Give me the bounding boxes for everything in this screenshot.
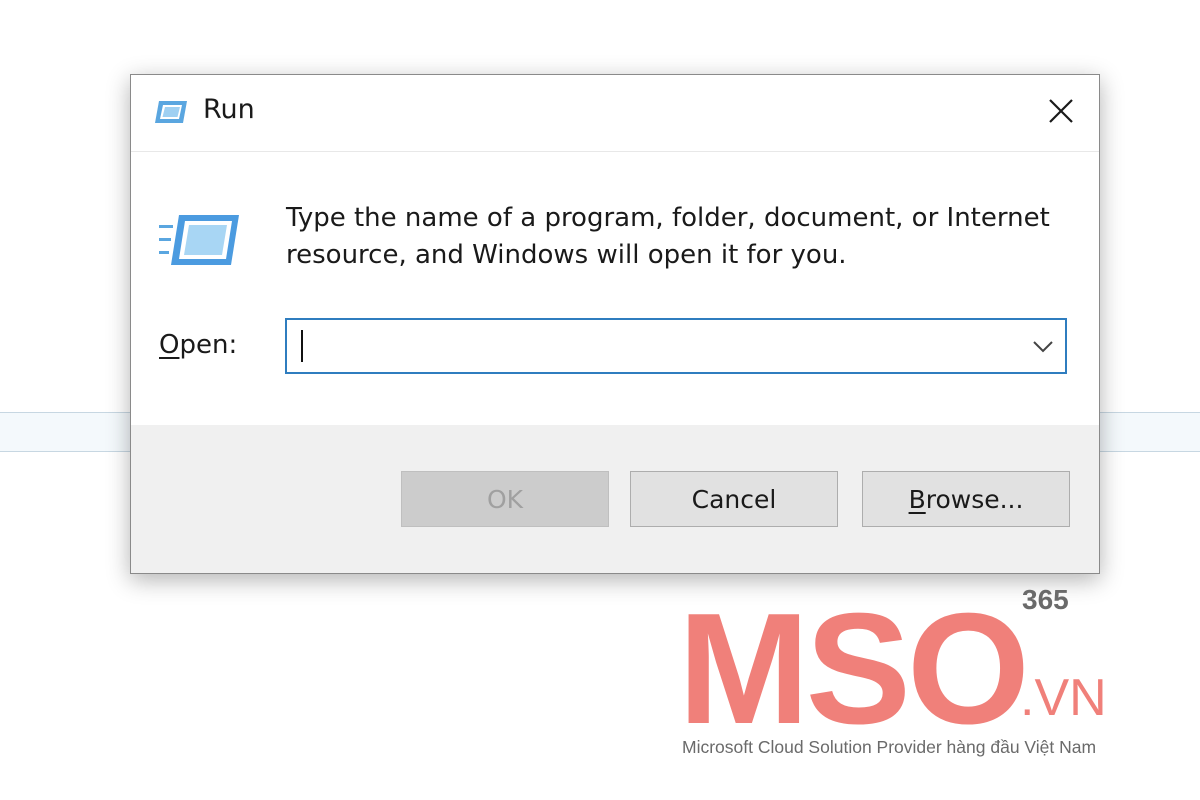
open-label-mnemonic: O	[159, 330, 180, 360]
run-dialog: Run Type the name of a program, folder, …	[130, 74, 1100, 574]
logo-domain: .VN	[1020, 669, 1107, 727]
cancel-button-label: Cancel	[691, 484, 777, 514]
title-bar: Run	[131, 75, 1099, 152]
logo-caption: Microsoft Cloud Solution Provider hàng đ…	[682, 737, 1097, 757]
logo-brand: MSO	[678, 585, 1026, 757]
close-icon	[1049, 99, 1073, 123]
run-large-icon	[159, 215, 239, 265]
chevron-down-icon[interactable]	[1029, 332, 1057, 360]
dialog-description: Type the name of a program, folder, docu…	[286, 203, 1050, 270]
open-input[interactable]	[287, 320, 1021, 374]
open-combobox[interactable]	[285, 318, 1067, 374]
ok-button[interactable]: OK	[401, 471, 609, 527]
text-caret	[301, 330, 303, 362]
logo-superscript: 365	[1022, 585, 1069, 615]
browse-mnemonic: B	[908, 484, 926, 514]
run-icon	[155, 101, 187, 123]
open-label-text: pen:	[179, 330, 238, 360]
window-title: Run	[203, 94, 255, 125]
open-label: Open:	[159, 330, 237, 360]
ok-button-label: OK	[486, 484, 524, 514]
browse-button-label: rowse...	[925, 484, 1024, 514]
close-button[interactable]	[1043, 93, 1079, 129]
cancel-button[interactable]: Cancel	[630, 471, 838, 527]
browse-button[interactable]: Browse...	[862, 471, 1070, 527]
